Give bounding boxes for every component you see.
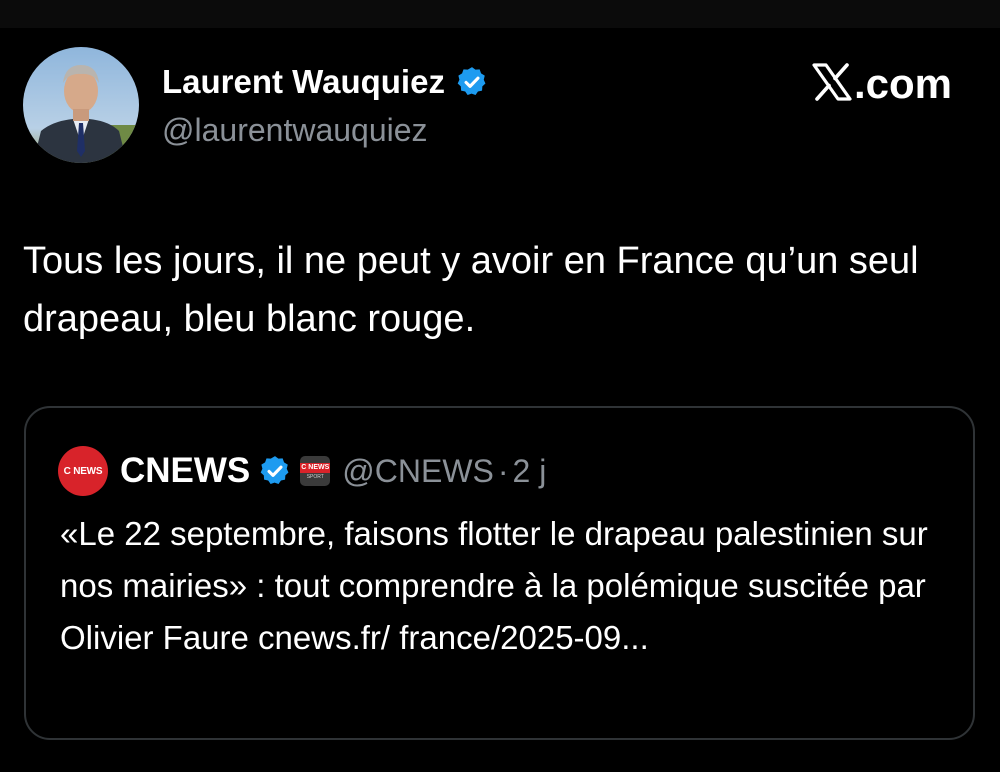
- top-bar: [0, 0, 1000, 28]
- affiliate-badge-icon[interactable]: C NEWS SPORT: [300, 456, 331, 486]
- author-avatar[interactable]: [23, 47, 139, 163]
- author-name[interactable]: Laurent Wauquiez: [162, 63, 445, 101]
- quoted-verified-badge-icon: [258, 454, 292, 488]
- x-logo-icon: [812, 62, 852, 106]
- verified-badge-icon: [455, 65, 489, 99]
- quoted-author-handle[interactable]: @CNEWS: [342, 453, 494, 490]
- author-handle[interactable]: @laurentwauquiez: [162, 112, 428, 149]
- dot-separator: ·: [497, 452, 509, 489]
- cnews-avatar-logo: C NEWS: [63, 465, 103, 477]
- author-name-row: Laurent Wauquiez: [162, 62, 489, 102]
- brand-logo: .com: [812, 60, 952, 108]
- quoted-tweet-text: «Le 22 septembre, faisons flotter le dra…: [60, 515, 928, 656]
- affiliate-badge-main: C NEWS: [300, 462, 331, 473]
- quoted-tweet-header: C NEWS CNEWS C NEWS SPORT @CNEWS · 2 j: [58, 446, 546, 496]
- quoted-author-name[interactable]: CNEWS: [120, 451, 250, 491]
- tweet-text: Tous les jours, il ne peut y avoir en Fr…: [23, 240, 919, 340]
- avatar-photo: [23, 47, 139, 163]
- quoted-tweet-card[interactable]: C NEWS CNEWS C NEWS SPORT @CNEWS · 2 j «…: [24, 406, 975, 740]
- quoted-timestamp[interactable]: 2 j: [513, 453, 547, 490]
- cnews-avatar[interactable]: C NEWS: [58, 446, 108, 496]
- affiliate-badge-sub: SPORT: [306, 473, 324, 480]
- brand-domain-text: .com: [853, 60, 952, 107]
